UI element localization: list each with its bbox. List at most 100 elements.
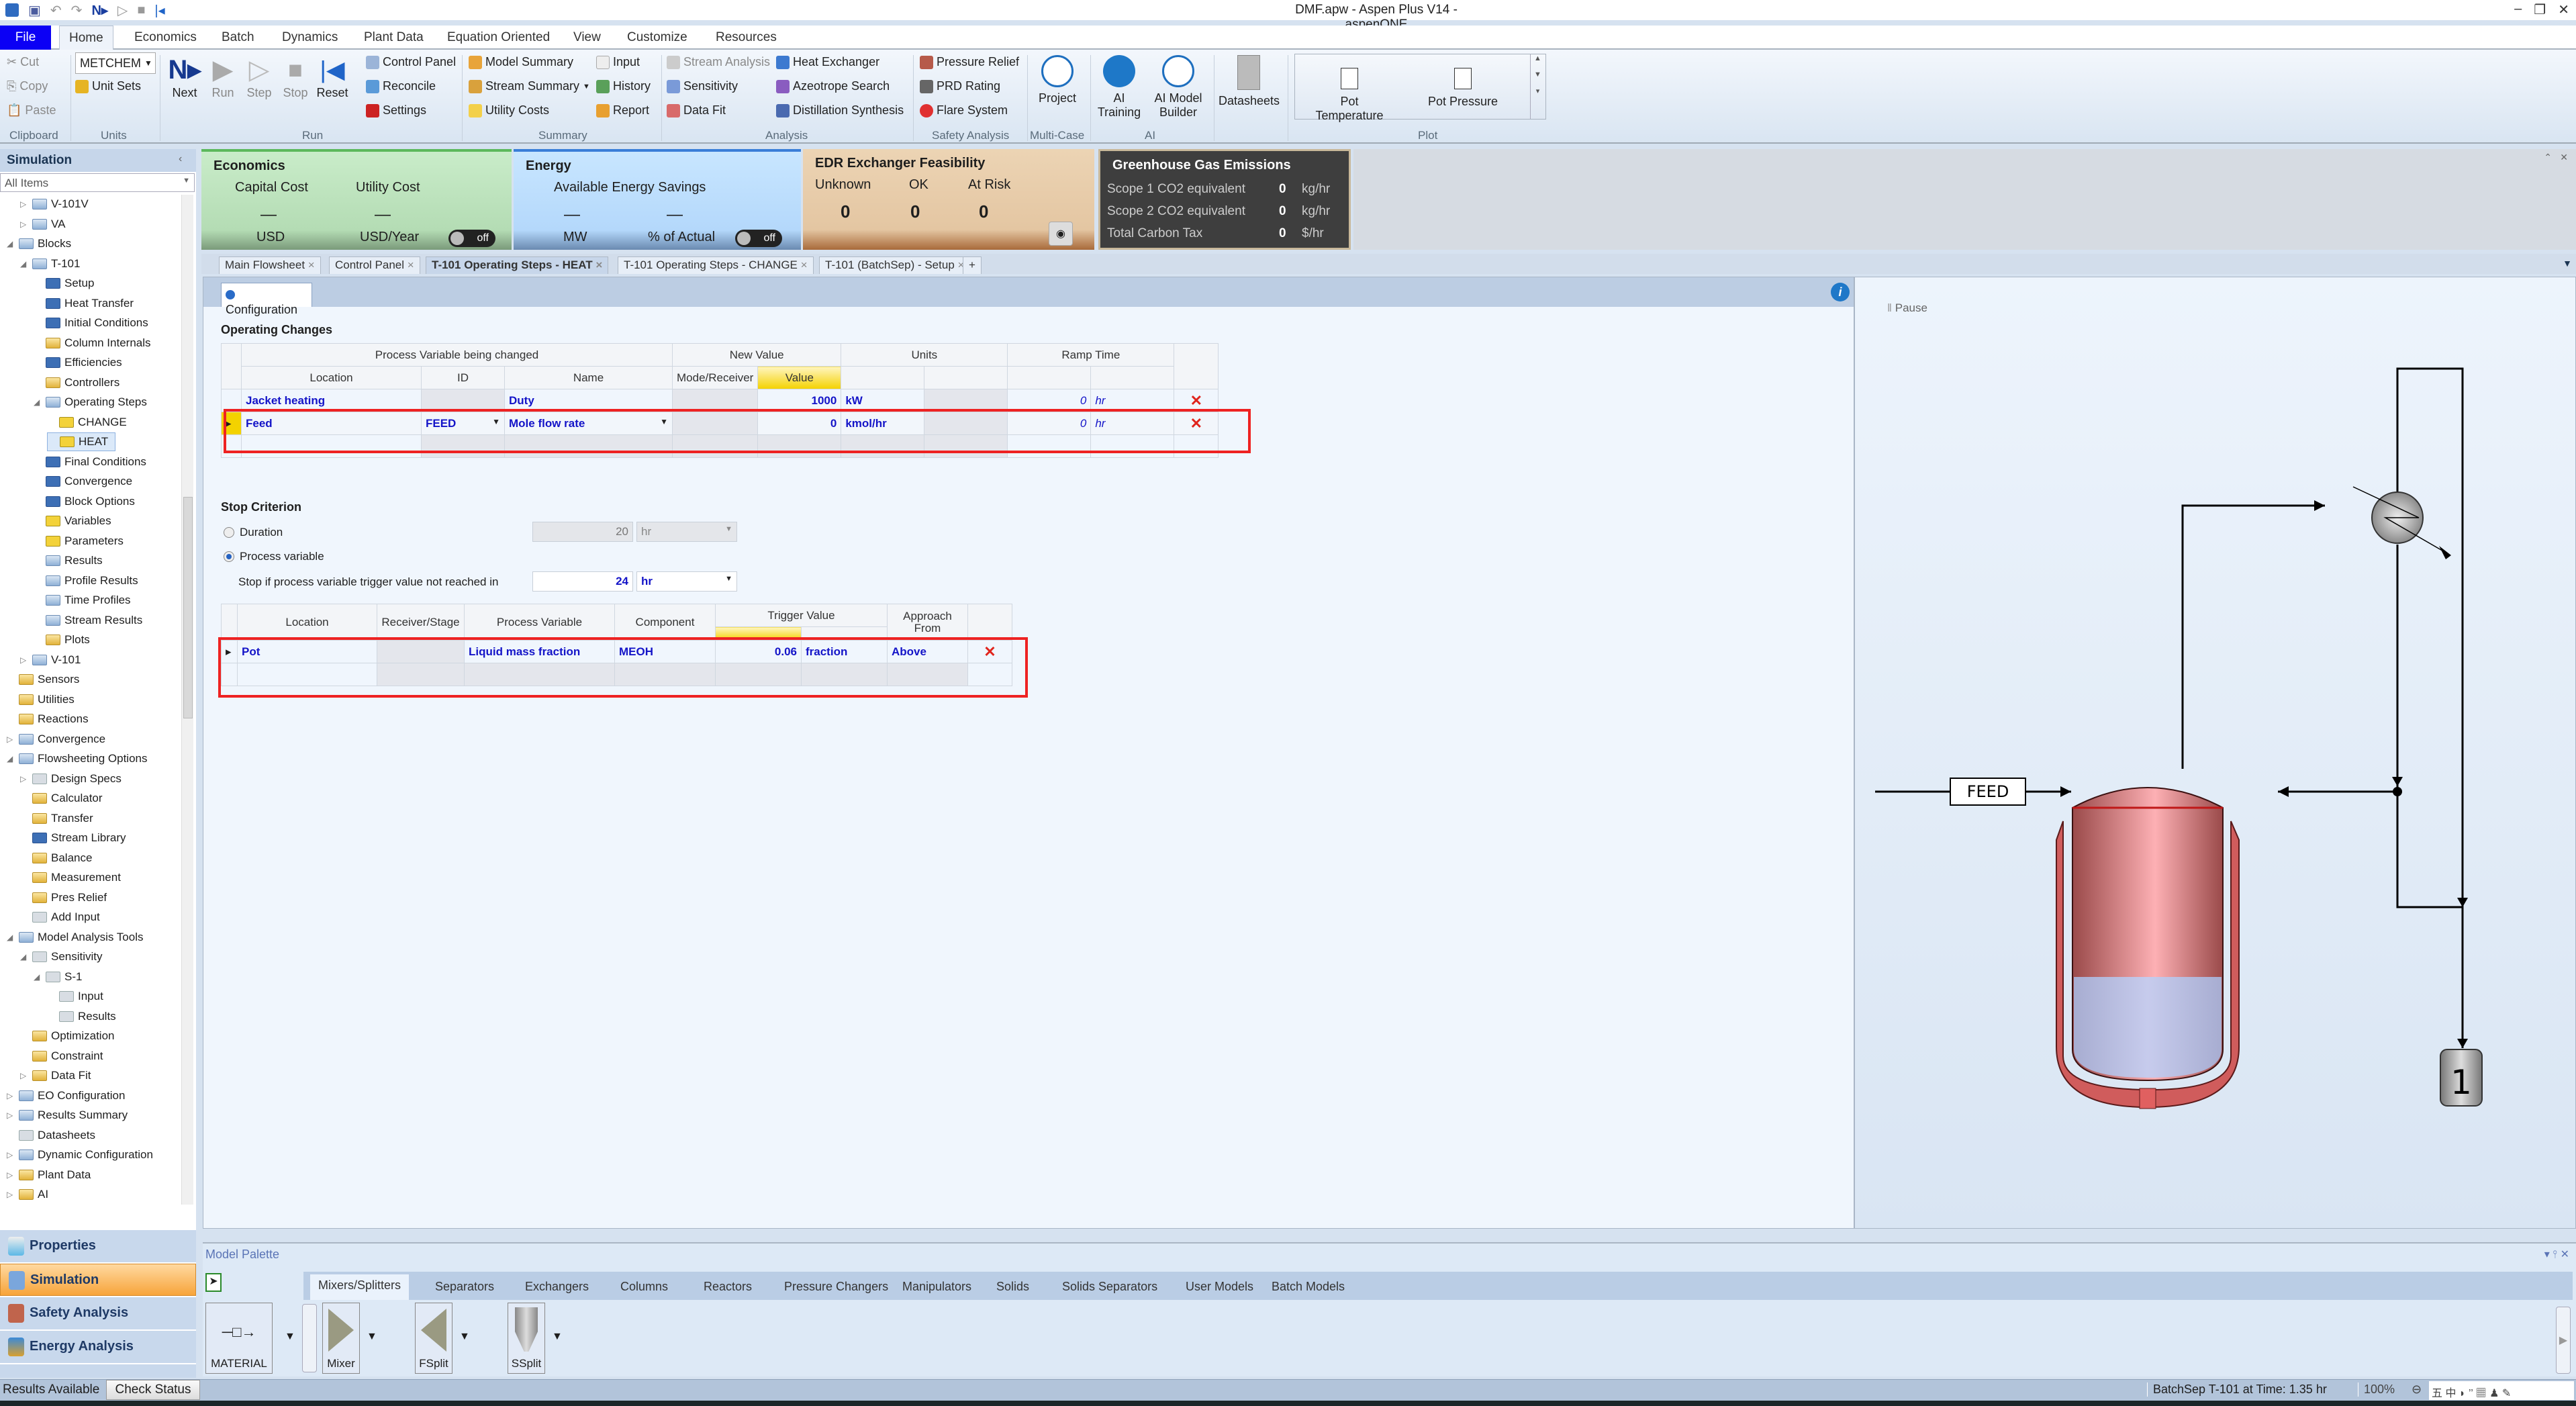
step-button[interactable]: ▷ Step bbox=[244, 54, 274, 100]
chevron-down-icon[interactable]: ▼ bbox=[552, 1331, 563, 1343]
palette-fsplit[interactable]: FSplit bbox=[415, 1303, 452, 1374]
tree-item[interactable]: ◢ Operating Steps bbox=[34, 393, 147, 412]
pressure-relief-button[interactable]: Pressure Relief bbox=[920, 55, 1019, 69]
palette-tab[interactable]: Pressure Changers bbox=[776, 1276, 896, 1298]
plot-pot-temperature[interactable]: Pot Temperature bbox=[1306, 68, 1393, 123]
tab-configuration[interactable]: Configuration bbox=[221, 283, 312, 316]
duration-input[interactable]: 20 bbox=[532, 522, 633, 542]
tree-item[interactable]: ◢ Flowsheeting Options bbox=[7, 749, 147, 768]
prd-rating-button[interactable]: PRD Rating bbox=[920, 79, 1000, 93]
collapse-pane-icon[interactable]: ‹ bbox=[179, 153, 182, 165]
economics-panel[interactable]: Economics Capital Cost Utility Cost — — … bbox=[201, 149, 512, 250]
energy-panel[interactable]: Energy Available Energy Savings — — MW %… bbox=[514, 149, 801, 250]
tree-item[interactable]: Parameters bbox=[34, 532, 124, 551]
tree-item[interactable]: Pres Relief bbox=[20, 888, 107, 907]
document-tab[interactable]: T-101 Operating Steps - CHANGE × bbox=[618, 256, 814, 274]
tree-item[interactable]: Stream Results bbox=[34, 611, 142, 630]
zoom-out-icon[interactable]: ⊖ bbox=[2412, 1382, 2422, 1397]
cut-button[interactable]: ✂ Cut bbox=[7, 55, 39, 69]
document-tab[interactable]: T-101 Operating Steps - HEAT × bbox=[426, 256, 609, 274]
tree-item[interactable]: Optimization bbox=[20, 1027, 114, 1045]
tree-item[interactable]: Heat Transfer bbox=[34, 294, 134, 313]
tree-item[interactable]: ▷ EO Configuration bbox=[7, 1086, 125, 1105]
palette-tab[interactable]: Mixers/Splitters bbox=[310, 1274, 410, 1300]
document-tab[interactable]: Main Flowsheet × bbox=[219, 256, 321, 274]
palette-tab[interactable]: Exchangers bbox=[517, 1276, 597, 1298]
tree-item[interactable]: Datasheets bbox=[7, 1126, 95, 1145]
new-tab-button[interactable]: + bbox=[963, 256, 982, 274]
scroll-thumb[interactable] bbox=[183, 497, 193, 718]
nav-simulation[interactable]: Simulation bbox=[0, 1264, 196, 1296]
tab-economics[interactable]: Economics bbox=[125, 26, 206, 50]
save-icon[interactable]: ▣ bbox=[28, 2, 41, 19]
gallery-scroll[interactable]: ▲ ▼ ▾ bbox=[1530, 54, 1545, 119]
tree-item[interactable]: Input bbox=[47, 987, 103, 1006]
energy-toggle[interactable]: off bbox=[735, 230, 782, 247]
control-panel-button[interactable]: Control Panel bbox=[366, 55, 456, 69]
expand-toggle-icon[interactable]: ▷ bbox=[7, 1150, 15, 1160]
tree-item[interactable]: Convergence bbox=[34, 472, 132, 491]
tab-view[interactable]: View bbox=[564, 26, 610, 50]
close-tab-icon[interactable]: × bbox=[305, 259, 315, 271]
tree-item[interactable]: Setup bbox=[34, 274, 94, 293]
utility-costs-button[interactable]: Utility Costs bbox=[469, 103, 549, 118]
tab-customize[interactable]: Customize bbox=[618, 26, 697, 50]
ime-toolbar[interactable]: 五 中 ◗ ’’ ▦ ♟ ✎ bbox=[2429, 1381, 2574, 1400]
report-button[interactable]: Report bbox=[596, 103, 649, 118]
nav-safety-analysis[interactable]: Safety Analysis bbox=[0, 1297, 196, 1329]
palette-scroll-left[interactable] bbox=[302, 1304, 317, 1372]
document-tab[interactable]: T-101 (BatchSep) - Setup × bbox=[819, 256, 971, 274]
duration-unit-select[interactable]: hr ▼ bbox=[636, 522, 737, 542]
tree-item[interactable]: Sensors bbox=[7, 670, 79, 689]
tab-batch[interactable]: Batch bbox=[212, 26, 264, 50]
ghg-panel[interactable]: Greenhouse Gas Emissions Scope 1 CO2 equ… bbox=[1098, 149, 1351, 250]
tree-item[interactable]: Constraint bbox=[20, 1047, 103, 1066]
tree-item[interactable]: ▷ Results Summary bbox=[7, 1106, 128, 1125]
chevron-down-icon[interactable]: ▼ bbox=[367, 1331, 377, 1343]
close-button[interactable]: ✕ bbox=[2558, 1, 2569, 18]
restore-button[interactable]: ❐ bbox=[2534, 1, 2546, 18]
azeotrope-search-button[interactable]: Azeotrope Search bbox=[776, 79, 890, 93]
palette-tab[interactable]: Batch Models bbox=[1263, 1276, 1353, 1298]
expand-toggle-icon[interactable]: ▷ bbox=[7, 1190, 15, 1199]
palette-tab[interactable]: Solids Separators bbox=[1054, 1276, 1165, 1298]
expand-toggle-icon[interactable]: ▷ bbox=[7, 1111, 15, 1120]
tree-item[interactable]: Measurement bbox=[20, 868, 121, 887]
document-tab[interactable]: Control Panel × bbox=[329, 256, 420, 274]
tab-resources[interactable]: Resources bbox=[706, 26, 786, 50]
economics-toggle[interactable]: off bbox=[448, 230, 495, 247]
tree-item[interactable]: ◢ S-1 bbox=[34, 968, 82, 986]
palette-mixer[interactable]: Mixer bbox=[322, 1303, 360, 1374]
tree-item[interactable]: Calculator bbox=[20, 789, 103, 808]
palette-tab[interactable]: Reactors bbox=[696, 1276, 760, 1298]
tree-item[interactable]: ▷ V-101 bbox=[20, 651, 81, 669]
tree-item[interactable]: Initial Conditions bbox=[34, 314, 148, 332]
info-icon[interactable]: i bbox=[1831, 283, 1850, 301]
palette-tab[interactable]: Solids bbox=[988, 1276, 1037, 1298]
close-tab-icon[interactable]: × bbox=[593, 259, 602, 271]
datasheets-button[interactable]: Datasheets bbox=[1219, 55, 1280, 108]
tree-item[interactable]: Utilities bbox=[7, 690, 75, 709]
tree-item[interactable]: HEAT bbox=[47, 432, 116, 451]
run-button[interactable]: ▶ Run bbox=[208, 54, 238, 100]
paste-button[interactable]: 📋 Paste bbox=[7, 103, 56, 118]
tree-item[interactable]: ▷ VA bbox=[20, 215, 65, 234]
redo-icon[interactable]: ↷ bbox=[71, 2, 83, 19]
tab-dynamics[interactable]: Dynamics bbox=[273, 26, 347, 50]
nav-energy-analysis[interactable]: Energy Analysis bbox=[0, 1331, 196, 1363]
tree-item[interactable]: ◢ Blocks bbox=[7, 234, 71, 253]
tab-file[interactable]: File bbox=[0, 26, 51, 50]
tree-item[interactable]: CHANGE bbox=[47, 413, 127, 432]
flare-system-button[interactable]: Flare System bbox=[920, 103, 1008, 118]
tree-item[interactable]: ▷ Plant Data bbox=[7, 1166, 91, 1184]
tree-item[interactable]: Results bbox=[34, 551, 103, 570]
reset-button[interactable]: |◀ Reset bbox=[316, 54, 349, 100]
tab-equation-oriented[interactable]: Equation Oriented bbox=[438, 26, 559, 50]
expand-toggle-icon[interactable]: ◢ bbox=[20, 259, 28, 269]
ai-training-button[interactable]: AI Training bbox=[1096, 55, 1143, 120]
stop-if-input[interactable]: 24 bbox=[532, 571, 633, 592]
tree-item[interactable]: Variables bbox=[34, 512, 111, 530]
close-tab-icon[interactable]: × bbox=[404, 259, 414, 271]
next-icon[interactable]: N▸ bbox=[91, 2, 107, 19]
input-button[interactable]: Input bbox=[596, 55, 640, 69]
